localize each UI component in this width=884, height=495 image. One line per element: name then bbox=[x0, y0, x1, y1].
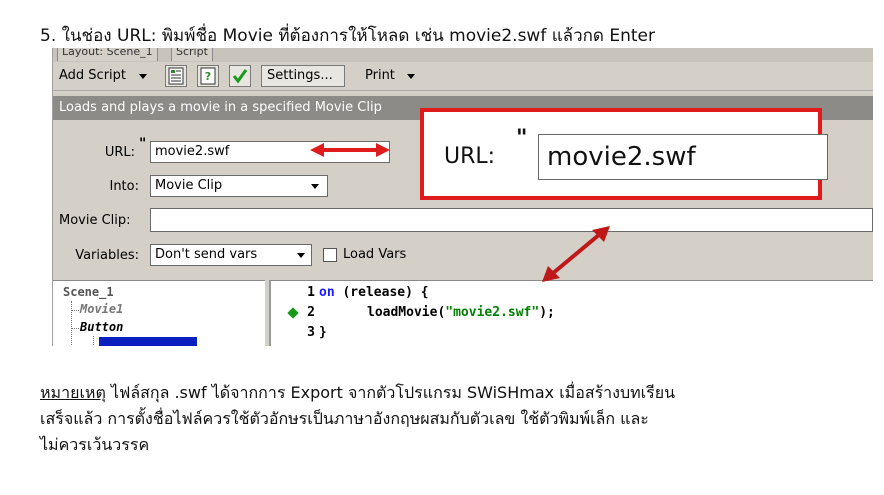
code-keyword: on bbox=[319, 285, 335, 300]
double-arrow-horizontal-icon bbox=[310, 143, 390, 157]
note-line-1: หมายเหตุ ไฟล์สกุล .swf ได้จากการ Export … bbox=[40, 380, 840, 406]
variables-select[interactable]: Don't send vars bbox=[150, 244, 312, 266]
url-quote-mark: " bbox=[139, 136, 147, 152]
code-function: loadMovie( bbox=[367, 305, 446, 320]
step-caption: 5. ในช่อง URL: พิมพ์ชื่อ Movie ที่ต้องกา… bbox=[40, 26, 656, 46]
line-number: 1 bbox=[307, 285, 315, 300]
tab-strip: Layout: Scene_1 Script bbox=[53, 48, 873, 62]
add-script-button[interactable]: Add Script bbox=[59, 68, 126, 83]
note-line-2: เสร็จแล้ว การตั้งชื่อไฟล์ควรใช้ตัวอักษรเ… bbox=[40, 409, 649, 428]
script-toolbar: Add Script ? Settings... Print bbox=[53, 62, 873, 91]
note-text: ไฟล์สกุล .swf ได้จากการ Export จากตัวโปร… bbox=[105, 383, 676, 402]
into-select[interactable]: Movie Clip bbox=[150, 175, 328, 197]
code-line-3: } bbox=[319, 325, 327, 340]
movie-clip-input[interactable] bbox=[150, 208, 873, 232]
note-line-3: ไม่ควรเว้นวรรค bbox=[40, 435, 150, 454]
load-vars-checkbox[interactable] bbox=[323, 248, 337, 262]
add-script-dropdown-icon[interactable] bbox=[139, 74, 147, 79]
tree-item-movie1[interactable]: Movie1 bbox=[80, 302, 123, 316]
tree-item-button[interactable]: Button bbox=[80, 320, 123, 334]
url-zoom-callout: URL: " movie2.swf bbox=[420, 108, 828, 200]
zoom-quote-mark: " bbox=[516, 126, 528, 151]
code-text: ); bbox=[539, 305, 555, 320]
current-line-marker-icon bbox=[287, 307, 299, 319]
chevron-down-icon[interactable] bbox=[297, 253, 305, 258]
load-vars-label: Load Vars bbox=[343, 247, 407, 262]
note-paragraph: หมายเหตุ ไฟล์สกุล .swf ได้จากการ Export … bbox=[40, 380, 840, 458]
code-line-1: on (release) { bbox=[319, 285, 429, 300]
line-number: 2 bbox=[307, 305, 315, 320]
tab-layout[interactable]: Layout: Scene_1 bbox=[57, 48, 158, 61]
url-label: URL: bbox=[104, 145, 135, 160]
chevron-down-icon[interactable] bbox=[311, 184, 319, 189]
svg-text:?: ? bbox=[205, 70, 211, 83]
note-heading: หมายเหตุ bbox=[40, 383, 106, 402]
print-dropdown-icon[interactable] bbox=[407, 74, 415, 79]
tree-connector bbox=[71, 310, 79, 311]
zoom-url-label: URL: bbox=[444, 144, 496, 169]
zoom-url-field: movie2.swf bbox=[538, 134, 828, 180]
double-arrow-diagonal-icon bbox=[542, 226, 610, 282]
tree-connector bbox=[71, 328, 79, 329]
scene-tree: Scene_1 Movie1 Button on (release) bbox=[53, 280, 265, 346]
tree-root-scene[interactable]: Scene_1 bbox=[63, 285, 114, 299]
movie-clip-label: Movie Clip: bbox=[59, 213, 131, 228]
code-line-2: loadMovie("movie2.swf"); bbox=[367, 305, 555, 320]
tree-item-on-release-selected[interactable]: on (release) bbox=[99, 337, 197, 346]
variables-select-value: Don't send vars bbox=[155, 247, 258, 262]
expert-mode-icon[interactable] bbox=[165, 65, 187, 87]
tree-connector bbox=[71, 301, 73, 346]
variables-label: Variables: bbox=[75, 248, 139, 263]
into-label: Into: bbox=[109, 179, 139, 194]
line-number: 3 bbox=[307, 325, 315, 340]
tab-script[interactable]: Script bbox=[171, 48, 213, 61]
tree-connector bbox=[93, 336, 95, 346]
help-script-icon[interactable]: ? bbox=[197, 65, 219, 87]
code-text: (release) { bbox=[334, 285, 429, 300]
check-syntax-icon[interactable] bbox=[229, 65, 251, 87]
settings-button[interactable]: Settings... bbox=[261, 65, 345, 87]
into-select-value: Movie Clip bbox=[155, 178, 223, 193]
code-string: "movie2.swf" bbox=[445, 305, 540, 320]
print-button[interactable]: Print bbox=[365, 68, 395, 83]
